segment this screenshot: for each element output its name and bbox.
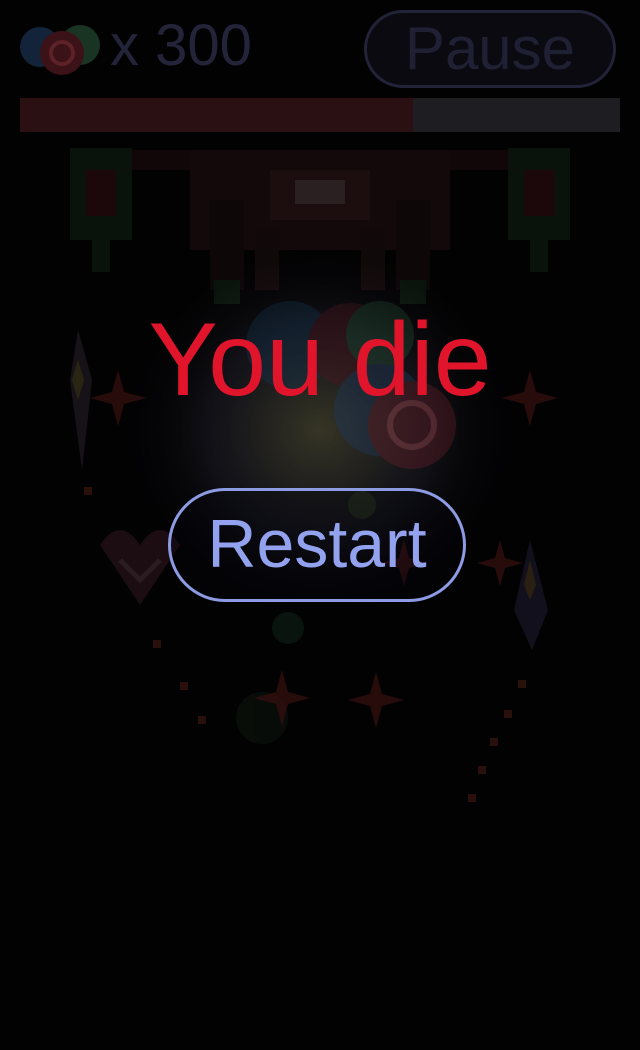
game-screen: x 300 Pause You die Restart — [0, 0, 640, 1050]
restart-button[interactable]: Restart — [168, 488, 466, 602]
game-over-title: You die — [148, 302, 492, 418]
coin-count: x 300 — [110, 13, 252, 78]
pause-button[interactable]: Pause — [364, 10, 616, 88]
health-bar-fill — [20, 98, 413, 132]
candy-coin-icon — [20, 25, 100, 75]
health-bar — [20, 98, 620, 132]
